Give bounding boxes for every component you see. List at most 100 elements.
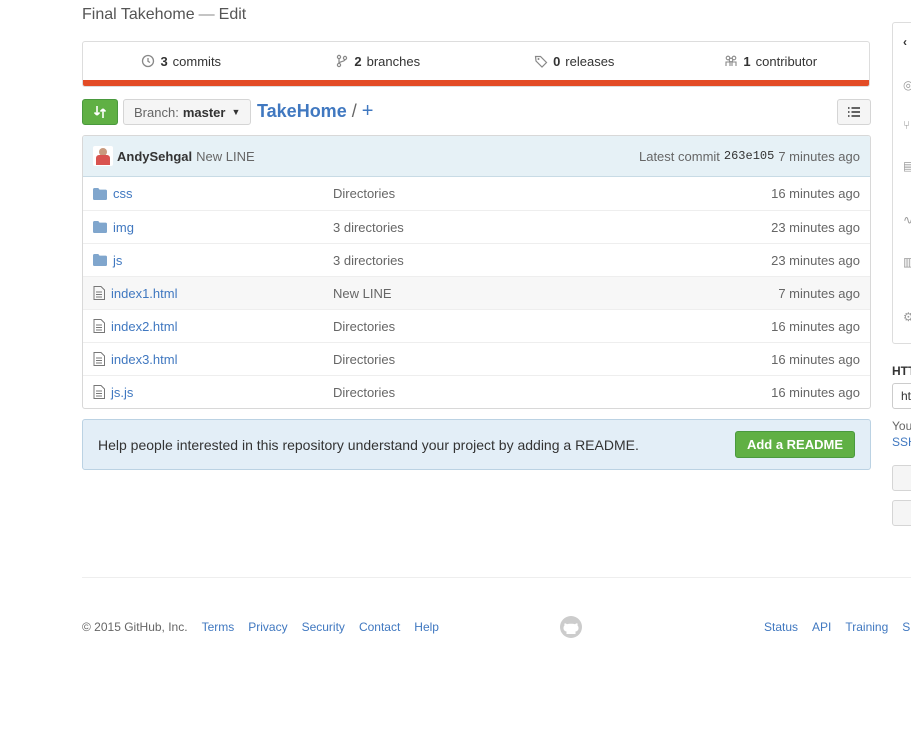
branch-icon xyxy=(337,54,348,68)
contributors-count: 1 xyxy=(743,53,751,69)
clone-url-input[interactable]: ht xyxy=(892,383,911,409)
file-commit-link[interactable]: Directories xyxy=(333,319,395,334)
file-commit-message: Directories xyxy=(333,186,771,201)
releases-link[interactable]: 0 releases xyxy=(476,54,673,69)
releases-count: 0 xyxy=(553,53,561,69)
ssh-link[interactable]: SSH xyxy=(892,434,911,450)
gear-icon[interactable]: ⚙ xyxy=(903,310,911,324)
repo-sidebar: ‹ ◎ ⑂ ▤ ∿ ▥ ⚙ HTT ht You SSH xyxy=(892,0,911,744)
readme-prompt-text: Help people interested in this repositor… xyxy=(98,436,639,453)
latest-commit-label: Latest commit xyxy=(638,148,720,164)
graph-icon[interactable]: ▥ xyxy=(903,255,911,269)
latest-commit: Latest commit 263e105 7 minutes ago xyxy=(639,149,860,164)
file-commit-message: Directories xyxy=(333,319,771,334)
file-name-cell: js xyxy=(93,253,333,268)
folder-icon xyxy=(93,221,107,233)
file-link[interactable]: index1.html xyxy=(111,286,177,301)
list-view-button[interactable] xyxy=(837,99,871,125)
pulse-icon[interactable]: ∿ xyxy=(903,213,911,227)
releases-label: releases xyxy=(565,53,615,69)
readme-prompt: Help people interested in this repositor… xyxy=(82,419,871,470)
file-commit-link[interactable]: Directories xyxy=(333,352,395,367)
description-dash: — xyxy=(198,6,215,23)
footer-link[interactable]: Help xyxy=(414,620,439,634)
file-commit-message: 3 directories xyxy=(333,253,771,268)
file-text-icon xyxy=(93,385,105,399)
file-link[interactable]: img xyxy=(113,220,134,235)
file-link[interactable]: index3.html xyxy=(111,352,177,367)
file-commit-link[interactable]: Directories xyxy=(333,385,395,400)
footer-link[interactable]: Security xyxy=(302,620,345,634)
file-row: img 3 directories 23 minutes ago xyxy=(83,210,870,243)
wiki-icon[interactable]: ▤ xyxy=(903,159,911,173)
compare-button[interactable] xyxy=(82,99,118,125)
edit-description-link[interactable]: Edit xyxy=(219,6,247,23)
history-icon xyxy=(142,54,155,68)
branches-link[interactable]: 2 branches xyxy=(280,54,477,69)
repo-description-text: Final Takehome xyxy=(82,6,195,23)
footer-link[interactable]: API xyxy=(812,620,831,634)
file-age: 16 minutes ago xyxy=(771,186,860,201)
file-row: index1.html New LINE 7 minutes ago xyxy=(83,276,870,309)
footer-right-links: StatusAPITrainingSh xyxy=(764,620,911,634)
file-link[interactable]: js xyxy=(113,253,122,268)
contributors-link[interactable]: 1 contributor xyxy=(673,54,870,69)
footer-divider xyxy=(82,577,911,578)
repo-nav: ‹ ◎ ⑂ ▤ ∿ ▥ ⚙ xyxy=(892,22,911,344)
download-zip-button[interactable] xyxy=(892,500,911,526)
file-age: 16 minutes ago xyxy=(771,384,860,400)
copyright: © 2015 GitHub, Inc. xyxy=(82,620,188,634)
file-row: index3.html Directories 16 minutes ago xyxy=(83,342,870,375)
commit-sha-link[interactable]: 263e105 xyxy=(724,149,774,163)
clone-url-label: HTT xyxy=(892,364,911,378)
footer-link[interactable]: Status xyxy=(764,620,798,634)
file-age: 23 minutes ago xyxy=(771,252,860,268)
avatar[interactable] xyxy=(93,146,113,166)
issue-icon[interactable]: ◎ xyxy=(903,78,911,92)
file-commit-message: Directories xyxy=(333,385,771,400)
file-commit-link[interactable]: 3 directories xyxy=(333,220,404,235)
clone-desktop-button[interactable] xyxy=(892,465,911,491)
file-text-icon xyxy=(93,286,105,300)
file-link[interactable]: index2.html xyxy=(111,319,177,334)
commit-age: 7 minutes ago xyxy=(778,148,860,164)
repo-root-link[interactable]: TakeHome xyxy=(257,101,347,122)
branch-name: master xyxy=(182,104,226,120)
compare-icon xyxy=(93,106,107,118)
folder-icon xyxy=(93,187,107,200)
file-commit-message: New LINE xyxy=(333,286,778,301)
file-name-cell: css xyxy=(93,186,333,201)
footer-link[interactable]: Contact xyxy=(359,620,400,634)
file-commit-link[interactable]: New LINE xyxy=(333,286,392,301)
pull-request-icon[interactable]: ⑂ xyxy=(903,118,910,132)
footer-link[interactable]: Terms xyxy=(202,620,235,634)
file-link[interactable]: css xyxy=(113,186,133,201)
file-list: css Directories 16 minutes ago img 3 directo… xyxy=(83,177,870,408)
github-octocat-icon[interactable] xyxy=(559,615,583,642)
breadcrumb: TakeHome / + xyxy=(257,100,373,123)
language-bar[interactable] xyxy=(83,80,869,86)
commits-count: 3 xyxy=(160,53,168,69)
chevron-left-icon[interactable]: ‹ xyxy=(903,35,907,49)
caret-down-icon: ▼ xyxy=(231,107,241,117)
branch-selector[interactable]: Branch: master ▼ xyxy=(123,99,252,125)
commit-author-link[interactable]: AndySehgal xyxy=(117,149,192,164)
footer-link[interactable]: Privacy xyxy=(248,620,287,634)
commit-tease: AndySehgal New LINE Latest commit 263e10… xyxy=(83,136,870,177)
file-text-icon xyxy=(93,319,105,333)
footer-link[interactable]: Training xyxy=(845,620,888,634)
file-row: js 3 directories 23 minutes ago xyxy=(83,243,870,276)
file-name-cell: img xyxy=(93,220,333,235)
file-commit-link[interactable]: 3 directories xyxy=(333,253,404,268)
site-footer: © 2015 GitHub, Inc. Terms Privacy Security… xyxy=(82,616,911,638)
footer-left-links: Terms Privacy Security Contact Help xyxy=(202,620,453,634)
contributors-label: contributor xyxy=(755,53,818,69)
file-link[interactable]: js.js xyxy=(111,385,133,400)
repo-summary: 3 commits 2 branches 0 releases 1 contributo… xyxy=(82,41,870,87)
commit-message-link[interactable]: New LINE xyxy=(196,149,255,164)
tag-icon xyxy=(534,55,548,68)
commits-link[interactable]: 3 commits xyxy=(83,54,280,69)
file-commit-link[interactable]: Directories xyxy=(333,186,395,201)
add-file-icon[interactable]: + xyxy=(362,100,374,123)
add-readme-button[interactable]: Add a README xyxy=(734,431,855,458)
